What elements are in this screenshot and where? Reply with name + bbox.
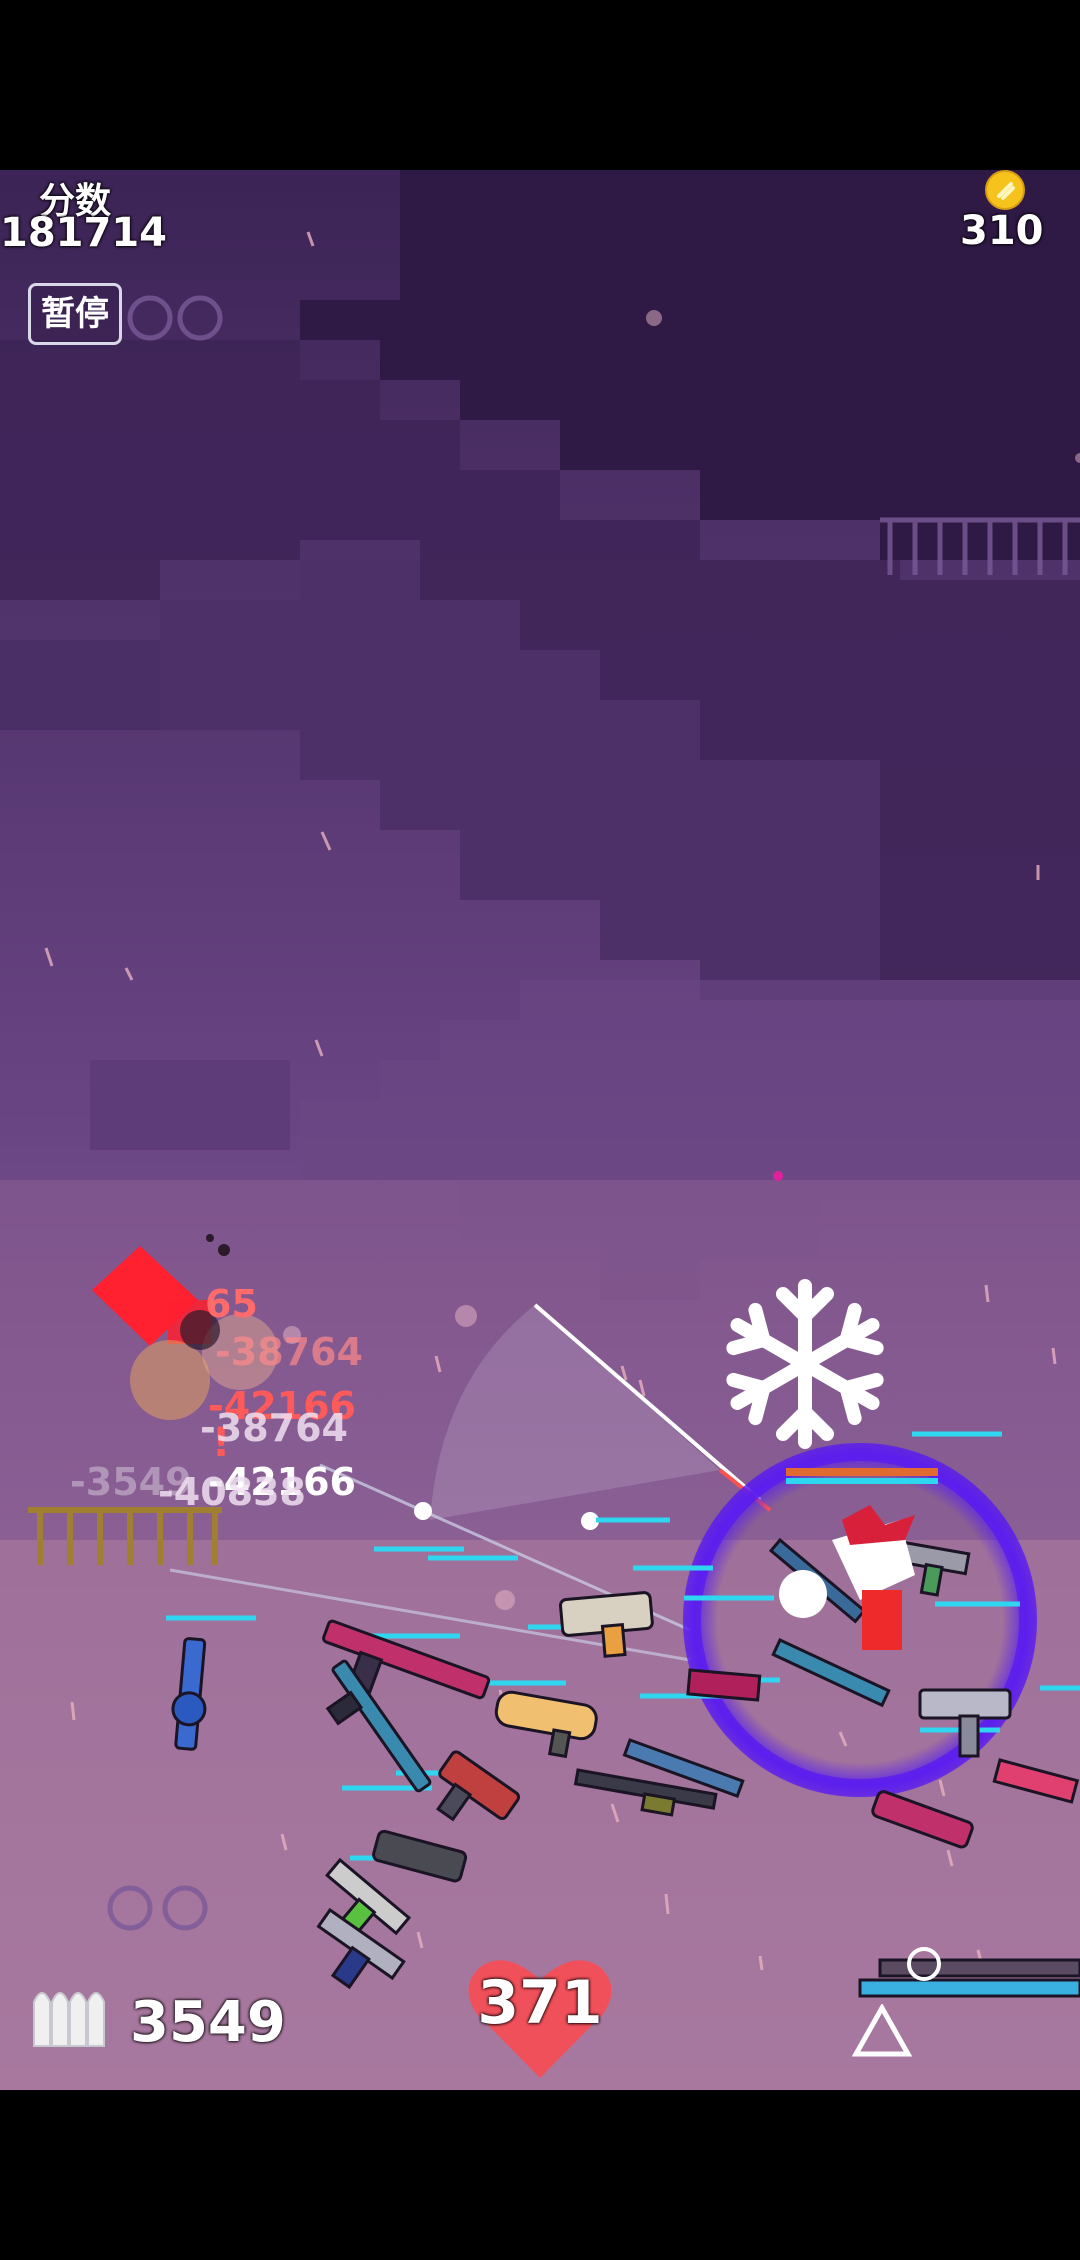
damage-number: -40838 bbox=[158, 1470, 306, 1514]
pause-button[interactable]: 暂停 bbox=[28, 283, 122, 345]
circle-icon[interactable] bbox=[904, 1944, 944, 1984]
coin-icon bbox=[985, 170, 1025, 210]
bottom-letterbox bbox=[0, 2090, 1080, 2260]
bullets-icon bbox=[33, 1992, 105, 2047]
triangle-icon[interactable] bbox=[852, 2004, 912, 2058]
damage-number: -38764 bbox=[200, 1406, 348, 1450]
game-scene: ! bbox=[0, 170, 1080, 2090]
score-value: 181714 bbox=[0, 210, 167, 256]
damage-number: 65 bbox=[205, 1282, 258, 1326]
health-value: 371 bbox=[477, 1968, 603, 2038]
ammo-value: 3549 bbox=[130, 1990, 286, 2055]
snowflake-icon bbox=[726, 1279, 884, 1449]
scene-background bbox=[0, 170, 1080, 2090]
top-letterbox bbox=[0, 0, 1080, 170]
damage-number: -38764 bbox=[215, 1330, 363, 1374]
coin-value: 310 bbox=[960, 208, 1044, 254]
